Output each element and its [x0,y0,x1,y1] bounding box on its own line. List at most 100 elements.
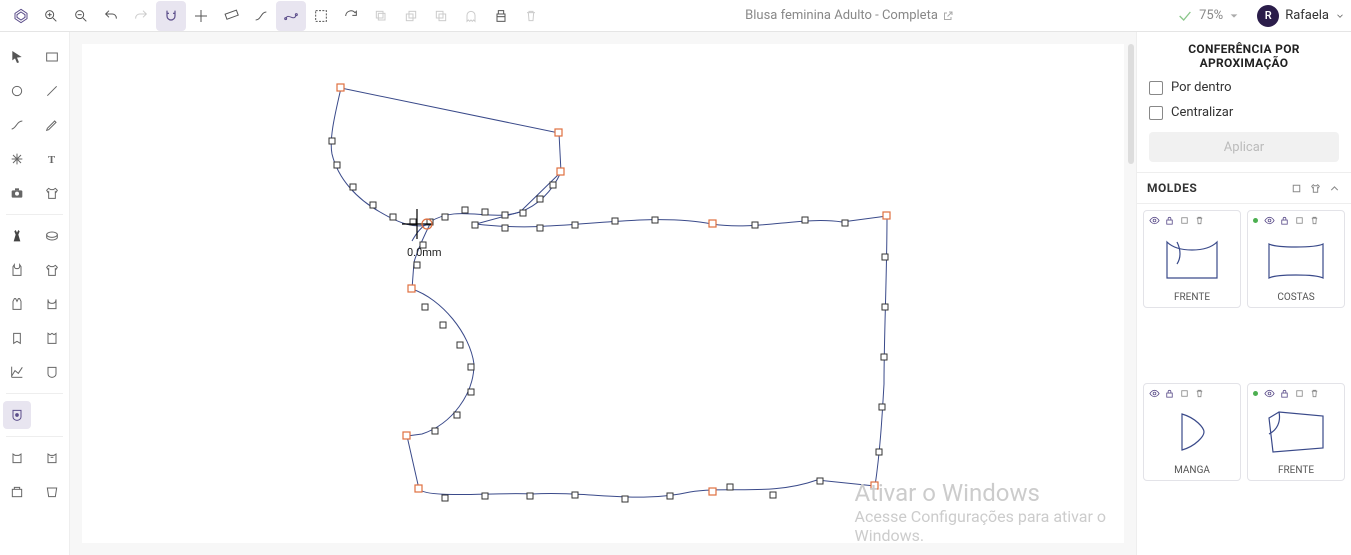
moldes-header: MOLDES [1137,173,1351,204]
moldes-shirt-icon[interactable] [1309,182,1322,195]
text-tool[interactable]: T [38,145,66,173]
molde-card-manga[interactable]: MANGA [1143,383,1241,481]
group-d-tool[interactable] [38,478,66,506]
main-area: T [0,32,1351,555]
selection-box-icon[interactable] [306,1,336,31]
line-tool[interactable] [38,77,66,105]
camera-tool[interactable] [3,179,31,207]
canvas-page[interactable]: 0.0mm [82,44,1124,543]
pointer-tool[interactable] [3,43,31,71]
avatar: R [1257,5,1279,27]
shape-edit-tool[interactable] [3,401,31,429]
molde-card-frente-2[interactable]: FRENTE [1247,383,1345,481]
user-menu[interactable]: R Rafaela [1257,5,1345,27]
trash-icon[interactable] [1194,388,1205,399]
tape-tool[interactable] [38,222,66,250]
top-toolbar: Blusa feminina Adulto - Completa 75% R R… [0,0,1351,32]
checkbox-box[interactable] [1149,106,1163,120]
curve-tool-icon[interactable] [246,1,276,31]
pattern-drawing [82,44,982,544]
conference-title: CONFERÊNCIA POR APROXIMAÇÃO [1149,42,1339,70]
group-c-tool[interactable] [3,478,31,506]
molde-label: FRENTE [1248,462,1344,480]
lock-icon[interactable] [1164,388,1175,399]
marker-tool[interactable] [3,145,31,173]
group-b-tool[interactable] [38,444,66,472]
checkbox-por-dentro[interactable]: Por dentro [1149,80,1339,95]
dress-tool[interactable] [3,222,31,250]
right-panel: CONFERÊNCIA POR APROXIMAÇÃO Por dentro C… [1136,32,1351,555]
molde-card-costas[interactable]: COSTAS [1247,210,1345,308]
checkbox-label: Por dentro [1171,80,1232,95]
group-a-tool[interactable] [3,444,31,472]
molde-card-frente[interactable]: FRENTE [1143,210,1241,308]
measurement-readout: 0.0mm [407,246,442,259]
copy-icon[interactable] [1294,388,1305,399]
lock-icon[interactable] [1164,215,1175,226]
pattern-a-tool[interactable] [3,324,31,352]
copy-icon[interactable] [1294,215,1305,226]
checkbox-box[interactable] [1149,81,1163,95]
undo-icon[interactable] [96,1,126,31]
copy-icon [366,1,396,31]
molde-card-icons [1144,384,1240,403]
zoom-value: 75% [1199,8,1223,23]
zoom-control[interactable]: 75% [1177,8,1239,24]
rectangle-tool[interactable] [38,43,66,71]
moldes-title: MOLDES [1147,181,1197,195]
circle-tool[interactable] [3,77,31,105]
canvas-scrollbar[interactable] [1128,44,1134,164]
redo-icon [126,1,156,31]
shirt2-tool[interactable] [38,256,66,284]
left-toolbox: T [0,32,70,555]
molde-thumb [1248,403,1344,462]
copy-icon[interactable] [1179,215,1190,226]
zoom-in-icon[interactable] [36,1,66,31]
eye-icon[interactable] [1264,215,1275,226]
molde-label: MANGA [1144,462,1240,480]
refresh-icon[interactable] [336,1,366,31]
pattern-b-tool[interactable] [38,324,66,352]
conference-panel: CONFERÊNCIA POR APROXIMAÇÃO Por dentro C… [1137,32,1351,173]
shirt-outline-tool[interactable] [38,179,66,207]
vest-tool[interactable] [3,290,31,318]
print-icon[interactable] [486,1,516,31]
lock-icon[interactable] [1279,388,1290,399]
zoom-out-icon[interactable] [66,1,96,31]
curve-tool[interactable] [3,111,31,139]
check-icon [1177,8,1193,24]
chevron-up-icon[interactable] [1328,182,1341,195]
trash-icon[interactable] [1309,215,1320,226]
document-title[interactable]: Blusa feminina Adulto - Completa [745,8,954,23]
tank-tool[interactable] [3,256,31,284]
app-logo[interactable] [6,1,36,31]
eye-icon[interactable] [1149,215,1160,226]
eye-icon[interactable] [1264,388,1275,399]
document-title-text: Blusa feminina Adulto - Completa [745,8,938,23]
status-dot [1253,391,1258,396]
trash-icon[interactable] [1194,215,1205,226]
molde-thumb [1248,230,1344,289]
molde-card-icons [1248,384,1344,403]
sleeve-tool[interactable] [38,290,66,318]
graph-tool[interactable] [3,358,31,386]
moldes-copy-icon[interactable] [1290,182,1303,195]
trash-icon[interactable] [1309,388,1320,399]
snap-magnet-icon[interactable] [156,1,186,31]
path-tool-icon[interactable] [276,1,306,31]
pencil-tool[interactable] [38,111,66,139]
molde-thumb [1144,230,1240,289]
copy-icon[interactable] [1179,388,1190,399]
canvas[interactable]: 0.0mm Ativar o Windows Acesse Configuraç… [70,32,1136,555]
ruler-icon[interactable] [216,1,246,31]
ghost-icon [456,1,486,31]
crosshair-icon[interactable] [186,1,216,31]
chevron-down-icon [1229,11,1239,21]
moldes-grid: FRENTE COSTAS [1137,204,1351,555]
pocket-tool[interactable] [38,358,66,386]
chevron-down-icon [1335,11,1345,21]
lock-icon[interactable] [1279,215,1290,226]
molde-thumb [1144,403,1240,462]
eye-icon[interactable] [1149,388,1160,399]
checkbox-centralizar[interactable]: Centralizar [1149,105,1339,120]
